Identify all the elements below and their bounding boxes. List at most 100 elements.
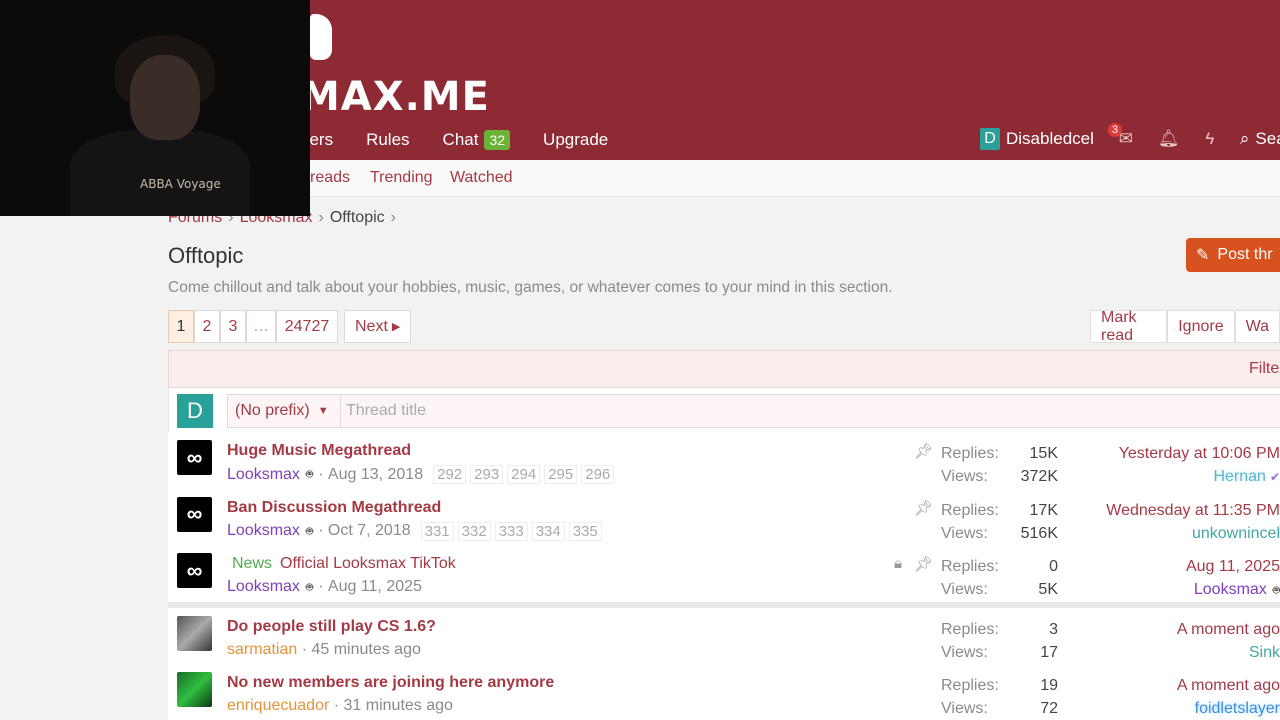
- page-title: Offtopic: [168, 243, 244, 268]
- thread-page-link[interactable]: 292: [433, 465, 467, 484]
- last-post-user[interactable]: Looksmax 🤖︎: [1186, 578, 1280, 602]
- avatar: D: [177, 394, 213, 428]
- last-post-user[interactable]: unkownincel: [1106, 522, 1280, 545]
- views-label: Views:: [941, 643, 988, 661]
- thread-page-link[interactable]: 331: [420, 521, 454, 541]
- mark-read-button[interactable]: Mark read: [1090, 309, 1168, 344]
- username-link[interactable]: Disabledcel: [1006, 129, 1094, 149]
- search-nav[interactable]: ⌕ Sea: [1240, 129, 1280, 149]
- news-prefix[interactable]: News: [232, 555, 272, 572]
- next-label: Next: [355, 317, 388, 335]
- robot-icon: 🤖︎: [1272, 583, 1280, 597]
- breadcrumb-offtopic[interactable]: Offtopic: [330, 209, 385, 227]
- last-post-user[interactable]: Hernan ✔: [1119, 465, 1280, 489]
- nav-rules[interactable]: Rules: [366, 130, 409, 150]
- thread-title[interactable]: No new members are joining here anymore: [227, 674, 554, 692]
- page-3[interactable]: 3: [220, 310, 246, 343]
- last-post-date[interactable]: Aug 11, 2025: [1186, 555, 1280, 578]
- thread-title-text: Official Looksmax TikTok: [280, 555, 456, 572]
- views-label: Views:: [941, 468, 988, 485]
- last-post-user[interactable]: Sink: [1177, 641, 1280, 664]
- nav-upgrade[interactable]: Upgrade: [543, 130, 608, 150]
- page-ellipsis[interactable]: …: [246, 310, 276, 343]
- robot-icon: 🤖︎: [305, 467, 314, 481]
- views-label: Views:: [941, 581, 988, 598]
- last-post: Yesterday at 10:06 PM Hernan ✔: [1119, 442, 1280, 489]
- thread-page-link[interactable]: 296: [581, 465, 615, 484]
- user-avatar[interactable]: D: [980, 128, 1000, 150]
- prefix-value: (No prefix): [235, 402, 310, 419]
- views-label: Views:: [941, 700, 988, 717]
- quick-thread-row: D (No prefix) ▼ Thread title: [168, 388, 1280, 432]
- replies-label: Replies:: [941, 677, 999, 694]
- last-post-user[interactable]: foidletslayer: [1177, 697, 1280, 720]
- thread-row: Do people still play CS 1.6? sarmatian ·…: [168, 608, 1280, 665]
- last-user-name: Looksmax: [1193, 581, 1267, 598]
- thread-title[interactable]: Huge Music Megathread: [227, 442, 411, 460]
- meta-separator: ·: [318, 465, 328, 483]
- lightning-icon[interactable]: ϟ: [1200, 129, 1220, 149]
- pin-icon: 📌︎: [914, 443, 934, 460]
- webcam-overlay: ABBA Voyage: [0, 0, 310, 216]
- thread-row: ∞ Huge Music Megathread Looksmax 🤖︎ · Au…: [168, 432, 1280, 489]
- last-post-date[interactable]: Yesterday at 10:06 PM: [1119, 442, 1280, 465]
- next-page-button[interactable]: Next ▶: [344, 310, 412, 343]
- page-1[interactable]: 1: [168, 310, 194, 343]
- thread-page-link[interactable]: 295: [544, 465, 578, 484]
- stat-values: 19 72: [1008, 674, 1058, 720]
- quick-thread-form: (No prefix) ▼ Thread title: [227, 394, 1280, 428]
- inbox-icon[interactable]: ✉ 3: [1107, 123, 1136, 149]
- last-post-date[interactable]: Wednesday at 11:35 PM: [1106, 499, 1280, 522]
- infinity-avatar[interactable]: ∞: [177, 553, 212, 588]
- logo-mark[interactable]: [310, 14, 332, 60]
- thread-page-link[interactable]: 334: [531, 521, 565, 541]
- thread-author[interactable]: Looksmax: [227, 466, 300, 484]
- infinity-avatar[interactable]: ∞: [177, 440, 212, 475]
- post-thread-button[interactable]: ✎ Post thr: [1186, 238, 1280, 272]
- views-count: 5K: [1038, 581, 1058, 598]
- last-post: Wednesday at 11:35 PM unkownincel: [1106, 499, 1280, 545]
- last-post: A moment ago Sink: [1177, 618, 1280, 664]
- thread-page-link[interactable]: 332: [457, 521, 491, 541]
- chat-count-badge: 32: [484, 130, 511, 150]
- filters-button[interactable]: Filte: [1249, 360, 1279, 378]
- forum-description: Come chillout and talk about your hobbie…: [168, 279, 893, 296]
- last-post-date[interactable]: A moment ago: [1177, 618, 1280, 641]
- thread-row: No new members are joining here anymore …: [168, 664, 1280, 720]
- ignore-button[interactable]: Ignore: [1167, 310, 1235, 343]
- watch-button[interactable]: Wa: [1234, 310, 1280, 343]
- thread-pages: 331 332 333 334 335: [420, 521, 606, 541]
- stat-labels: Replies: Views:: [941, 618, 999, 664]
- thread-page-link[interactable]: 293: [470, 465, 504, 484]
- last-post-date[interactable]: A moment ago: [1177, 674, 1280, 697]
- thread-page-link[interactable]: 335: [568, 521, 602, 541]
- site-logo[interactable]: MAX.ME: [300, 74, 490, 120]
- thread-author[interactable]: enriquecuador: [227, 697, 329, 715]
- thread-date: Oct 7, 2018: [327, 522, 411, 539]
- prefix-select[interactable]: (No prefix) ▼: [228, 395, 341, 427]
- chevron-right-icon: ›: [318, 209, 324, 226]
- infinity-avatar[interactable]: ∞: [177, 496, 212, 532]
- thread-title[interactable]: Do people still play CS 1.6?: [227, 618, 436, 636]
- thread-author[interactable]: Looksmax: [227, 578, 300, 596]
- user-avatar[interactable]: [177, 672, 212, 707]
- thread-page-link[interactable]: 294: [507, 465, 541, 484]
- thread-meta: enriquecuador · 31 minutes ago: [227, 697, 453, 715]
- pin-icon: 📌︎: [914, 556, 934, 573]
- subnav-trending[interactable]: Trending: [370, 169, 433, 187]
- user-avatar[interactable]: [177, 615, 212, 651]
- thread-author[interactable]: Looksmax: [227, 522, 300, 540]
- robot-icon: 🤖︎: [305, 523, 314, 538]
- thread-date: Aug 11, 2025: [327, 578, 422, 595]
- thread-title[interactable]: Ban Discussion Megathread: [227, 499, 441, 517]
- thread-author[interactable]: sarmatian: [227, 641, 297, 659]
- subnav-watched[interactable]: Watched: [450, 169, 513, 187]
- subnav-new-threads[interactable]: reads: [310, 169, 350, 187]
- page-2[interactable]: 2: [194, 310, 220, 343]
- thread-title[interactable]: News Official Looksmax TikTok: [227, 555, 456, 573]
- thread-page-link[interactable]: 333: [494, 521, 528, 541]
- page-last[interactable]: 24727: [276, 310, 338, 343]
- nav-chat[interactable]: Chat 32: [443, 130, 511, 150]
- thread-title-input[interactable]: Thread title: [346, 402, 426, 420]
- bell-icon[interactable]: 🔔︎: [1158, 129, 1180, 149]
